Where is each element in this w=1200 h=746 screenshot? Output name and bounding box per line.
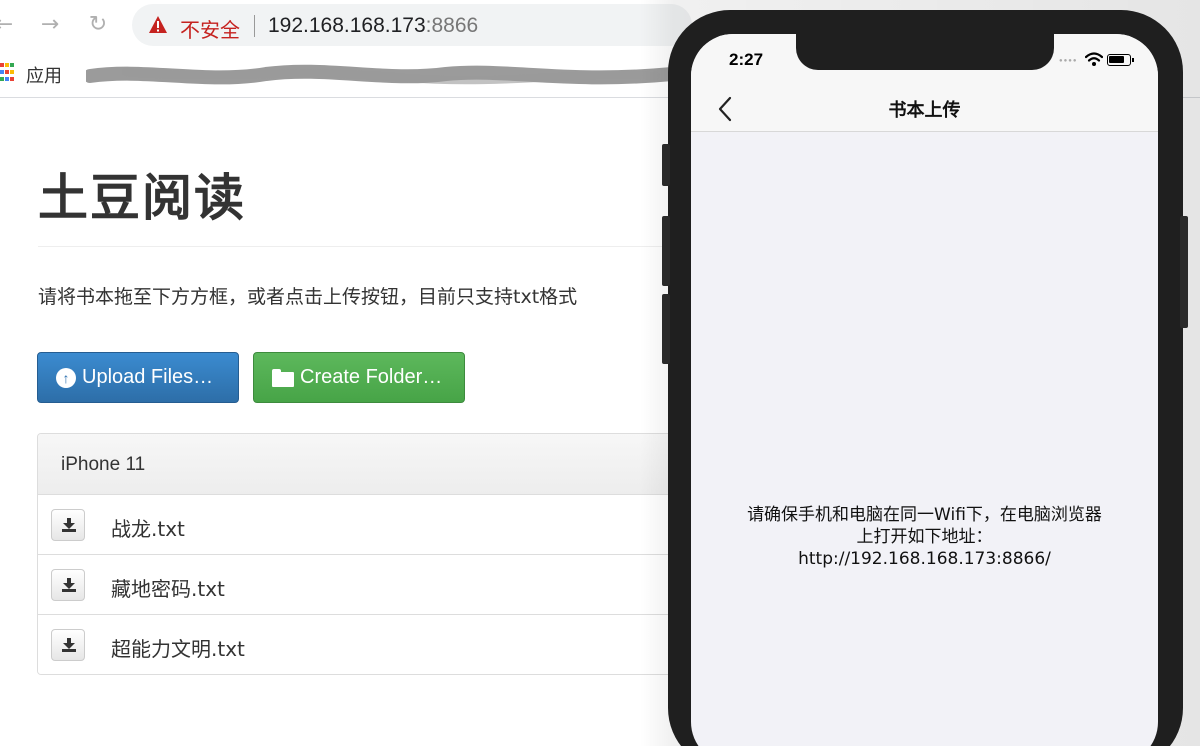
power-button	[1180, 216, 1188, 328]
file-row: 超能力文明.txt	[38, 615, 696, 674]
upload-circle-icon: ↑	[56, 367, 76, 388]
navigation-bar: 书本上传	[691, 86, 1158, 132]
signal-icon: ●●●●	[1059, 58, 1078, 64]
file-row: 藏地密码.txt	[38, 555, 696, 615]
nav-title: 书本上传	[888, 100, 961, 121]
connection-instructions: 请确保手机和电脑在同一Wifi下，在电脑浏览器 上打开如下地址： http://…	[691, 504, 1158, 570]
panel-heading: iPhone 11	[38, 434, 696, 495]
redacted-bookmarks	[86, 64, 676, 85]
apps-grid-icon[interactable]	[0, 63, 14, 83]
forward-arrow-icon[interactable]: →	[38, 10, 62, 40]
server-url: http://192.168.168.173:8866/	[798, 549, 1051, 569]
file-row: 战龙.txt	[38, 495, 696, 555]
status-icons: ●●●●	[1059, 52, 1139, 68]
create-folder-button[interactable]: Create Folder…	[253, 352, 465, 403]
download-button[interactable]	[51, 569, 85, 601]
url-text[interactable]: 192.168.168.173:8866	[268, 14, 478, 38]
file-name[interactable]: 战龙.txt	[111, 513, 185, 542]
page-title: 土豆阅读	[38, 169, 246, 227]
upload-files-label: Upload Files…	[82, 366, 214, 388]
volume-down-button	[662, 294, 670, 364]
message-line: 上打开如下地址：	[856, 527, 993, 547]
url-host: 192.168.168.173	[268, 14, 426, 37]
file-name[interactable]: 超能力文明.txt	[111, 633, 245, 662]
folder-icon	[272, 368, 294, 387]
file-list-panel: iPhone 11 战龙.txt 藏地密码.txt 超能力文明.txt	[37, 433, 697, 675]
download-icon	[62, 638, 76, 652]
reload-icon[interactable]: ↻	[86, 10, 110, 40]
battery-tip	[1132, 58, 1134, 62]
phone-notch	[796, 34, 1054, 70]
download-button[interactable]	[51, 629, 85, 661]
phone-screen: 2:27 ●●●● 书本上传 请确保手机和电脑在同一Wifi下，在电脑浏览器 上…	[691, 34, 1158, 746]
message-line: 请确保手机和电脑在同一Wifi下，在电脑浏览器	[747, 505, 1102, 525]
download-icon	[62, 518, 76, 532]
file-name[interactable]: 藏地密码.txt	[111, 573, 225, 602]
address-bar[interactable]: 不安全 192.168.168.173:8866	[132, 4, 692, 46]
mute-switch	[662, 144, 670, 186]
url-port: :8866	[425, 14, 479, 37]
back-arrow-icon[interactable]: ←	[0, 10, 16, 40]
address-divider	[254, 15, 255, 37]
upload-files-button[interactable]: ↑ Upload Files…	[37, 352, 239, 403]
status-bar: 2:27 ●●●●	[691, 34, 1158, 86]
upload-instructions: 请将书本拖至下方方框，或者点击上传按钮，目前只支持txt格式	[38, 286, 578, 308]
status-time: 2:27	[729, 50, 764, 69]
wifi-icon	[1085, 52, 1103, 66]
title-divider	[38, 246, 678, 247]
bookmark-apps[interactable]: 应用	[26, 62, 62, 88]
volume-up-button	[662, 216, 670, 286]
security-status-label[interactable]: 不安全	[180, 14, 240, 43]
warning-triangle-icon[interactable]	[148, 15, 168, 35]
download-icon	[62, 578, 76, 592]
create-folder-label: Create Folder…	[300, 366, 443, 388]
download-button[interactable]	[51, 509, 85, 541]
battery-icon	[1107, 54, 1131, 66]
